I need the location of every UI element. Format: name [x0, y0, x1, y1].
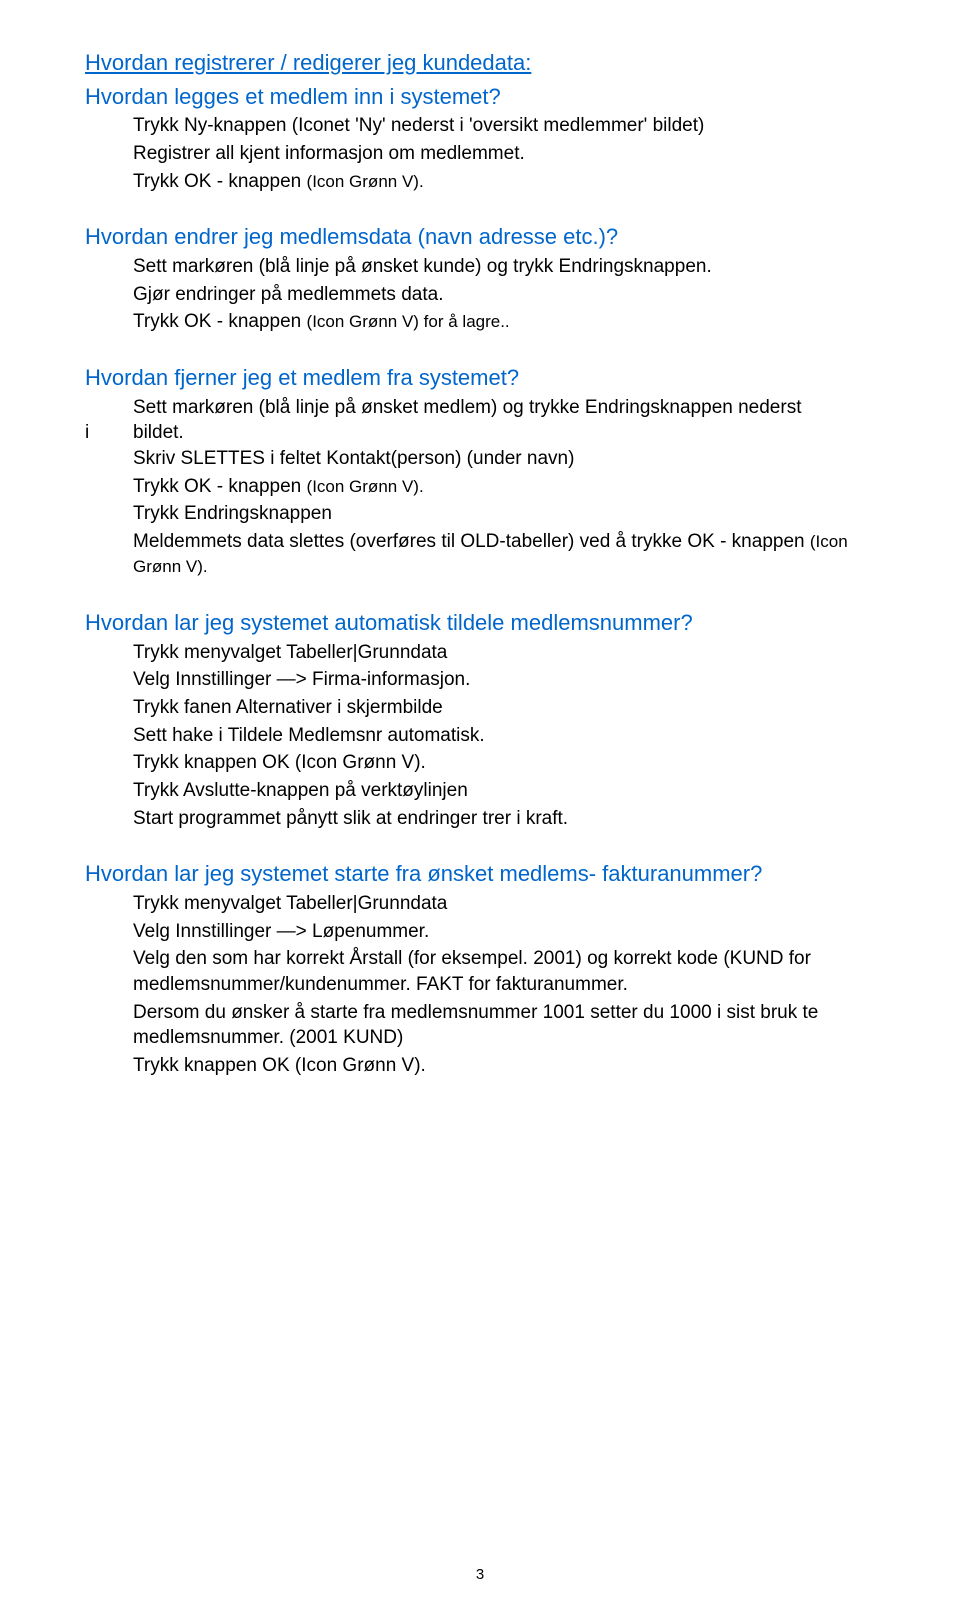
remove-p4: Trykk Endringsknappen [133, 501, 875, 527]
remove-p5: Meldemmets data slettes (overføres til O… [133, 529, 875, 580]
auto-p6: Trykk Avslutte-knappen på verktøylinjen [133, 778, 875, 804]
page-number: 3 [0, 1565, 960, 1585]
auto-p3: Trykk fanen Alternativer i skjermbilde [133, 695, 875, 721]
remove-line2: i bildet. [85, 420, 875, 446]
edit-p1: Sett markøren (blå linje på ønsket kunde… [133, 254, 875, 280]
heading-autonumber: Hvordan lar jeg systemet automatisk tild… [85, 608, 875, 638]
heading-remove-member: Hvordan fjerner jeg et medlem fra system… [85, 363, 875, 393]
start-p2: Velg Innstillinger —> Løpenummer. [133, 919, 875, 945]
start-p1: Trykk menyvalget Tabeller|Grunndata [133, 891, 875, 917]
startnumber-body: Trykk menyvalget Tabeller|Grunndata Velg… [133, 891, 875, 1078]
add-p3-b: (Icon Grønn V). [307, 172, 424, 191]
remove-p3: Trykk OK - knappen (Icon Grønn V). [133, 474, 875, 500]
auto-p4: Sett hake i Tildele Medlemsnr automatisk… [133, 723, 875, 749]
heading-edit-member: Hvordan endrer jeg medlemsdata (navn adr… [85, 222, 875, 252]
add-p1: Trykk Ny-knappen (Iconet 'Ny' nederst i … [133, 113, 875, 139]
remove-p3-b: (Icon Grønn V). [307, 477, 424, 496]
heading-add-member: Hvordan legges et medlem inn i systemet? [85, 82, 875, 112]
start-p4: Dersom du ønsker å starte fra medlemsnum… [133, 1000, 875, 1051]
edit-member-body: Sett markøren (blå linje på ønsket kunde… [133, 254, 875, 335]
page-title-link[interactable]: Hvordan registrerer / redigerer jeg kund… [85, 48, 875, 78]
remove-p1b: bildet. [133, 422, 184, 443]
remove-p2: Skriv SLETTES i feltet Kontakt(person) (… [133, 446, 875, 472]
auto-p2: Velg Innstillinger —> Firma-informasjon. [133, 667, 875, 693]
remove-member-body: Sett markøren (blå linje på ønsket medle… [85, 395, 875, 580]
start-p5: Trykk knappen OK (Icon Grønn V). [133, 1053, 875, 1079]
add-p2: Registrer all kjent informasjon om medle… [133, 141, 875, 167]
auto-p5: Trykk knappen OK (Icon Grønn V). [133, 750, 875, 776]
remove-p5-a: Meldemmets data slettes (overføres til O… [133, 531, 810, 552]
remove-p3-a: Trykk OK - knappen [133, 476, 307, 497]
auto-p1: Trykk menyvalget Tabeller|Grunndata [133, 640, 875, 666]
heading-startnumber: Hvordan lar jeg systemet starte fra ønsk… [85, 859, 875, 889]
add-p3-a: Trykk OK - knappen [133, 171, 307, 192]
edit-p3: Trykk OK - knappen (Icon Grønn V) for å … [133, 309, 875, 335]
edit-p3-a: Trykk OK - knappen [133, 311, 307, 332]
add-member-body: Trykk Ny-knappen (Iconet 'Ny' nederst i … [133, 113, 875, 194]
remove-p1a: Sett markøren (blå linje på ønsket medle… [133, 397, 801, 418]
edit-p2: Gjør endringer på medlemmets data. [133, 282, 875, 308]
start-p3: Velg den som har korrekt Årstall (for ek… [133, 946, 875, 997]
add-p3: Trykk OK - knappen (Icon Grønn V). [133, 169, 875, 195]
remove-i-label: i [85, 422, 89, 443]
remove-line1: Sett markøren (blå linje på ønsket medle… [85, 395, 875, 421]
auto-p7: Start programmet pånytt slik at endringe… [133, 806, 875, 832]
autonumber-body: Trykk menyvalget Tabeller|Grunndata Velg… [133, 640, 875, 831]
edit-p3-b: (Icon Grønn V) for å lagre.. [307, 312, 510, 331]
document-page: Hvordan registrerer / redigerer jeg kund… [0, 0, 960, 1605]
